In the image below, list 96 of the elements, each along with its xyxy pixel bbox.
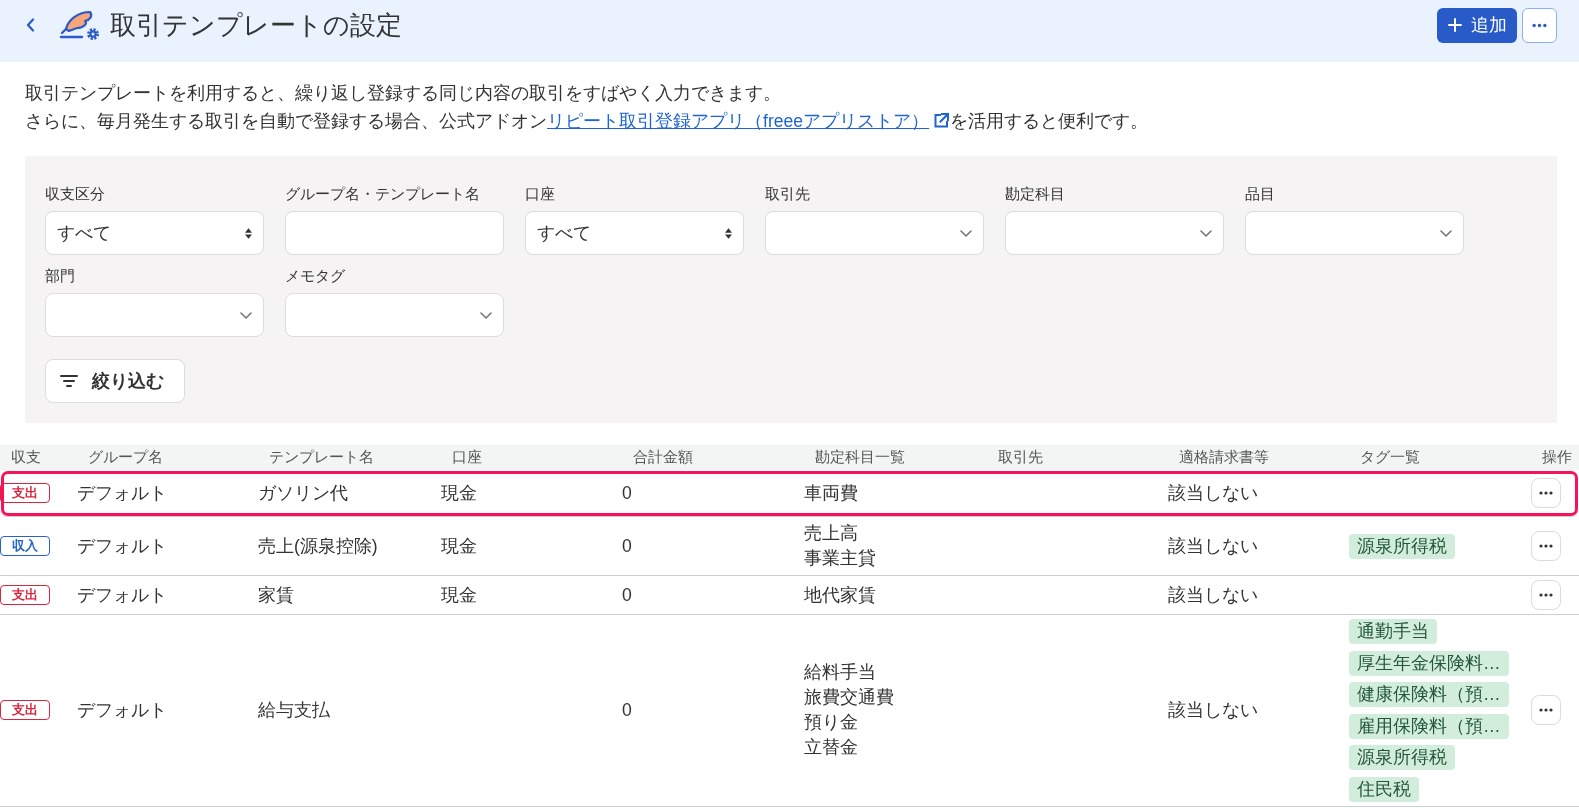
chevron-left-icon: [26, 18, 35, 32]
column-header: 取引先: [998, 447, 1043, 467]
up-down-arrows-icon: [245, 227, 252, 239]
tag-label: 厚生年金保険料…: [1349, 650, 1509, 676]
invoice-status: 該当しない: [1168, 583, 1258, 607]
column-header: タグ一覧: [1360, 447, 1420, 467]
field-label: 品目: [1245, 185, 1275, 203]
column-header: 操作: [1542, 447, 1572, 467]
table-row[interactable]: 支出 デフォルト 給与支払 0 給料手当 旅費交通費 預り金 立替金 該当しない 通勤手当 厚生年金保険料… 健康保険料（預… 雇用保険料（預… 源泉所得税 住民税: [0, 615, 1579, 807]
group-name: デフォルト: [77, 699, 167, 722]
column-header: グループ名: [88, 447, 163, 467]
field-label: グループ名・テンプレート名: [285, 185, 480, 203]
column-header: 勘定科目一覧: [815, 447, 905, 467]
account-item: 地代家賃: [804, 583, 876, 607]
field-label: 収支区分: [45, 185, 105, 203]
external-link-icon: [932, 112, 951, 130]
table-row[interactable]: 支出 デフォルト 家賃 現金 0 地代家賃 該当しない: [0, 576, 1579, 615]
invoice-status: 該当しない: [1168, 699, 1258, 722]
account-name: 現金: [441, 583, 477, 607]
more-button[interactable]: [1522, 7, 1557, 43]
more-icon: [1539, 544, 1553, 548]
account-item: 事業主貸: [804, 547, 876, 570]
more-icon: [1539, 593, 1553, 597]
chevron-down-icon: [480, 311, 492, 319]
column-header: 収支: [11, 447, 41, 467]
template-name: ガソリン代: [258, 481, 348, 505]
description-text: 取引テンプレートを利用すると、繰り返し登録する同じ内容の取引をすばやく入力できます。: [25, 82, 782, 105]
type-badge: 支出: [0, 700, 50, 721]
total-amount: 0: [622, 583, 632, 607]
invoice-status: 該当しない: [1168, 481, 1258, 505]
field-label: 部門: [45, 267, 75, 285]
group-name: デフォルト: [77, 534, 167, 558]
more-icon: [1532, 22, 1547, 28]
dropdown-field[interactable]: [45, 293, 264, 337]
account-name: 現金: [441, 534, 477, 558]
group-name: デフォルト: [77, 481, 167, 505]
tag-label: 健康保険料（預…: [1349, 682, 1509, 708]
filter-icon: [60, 374, 78, 388]
table-row[interactable]: 収入 デフォルト 売上(源泉控除) 現金 0 売上高 事業主貸 該当しない 源泉所得税: [0, 517, 1579, 576]
pen-gear-icon: [57, 9, 101, 41]
type-badge: 支出: [0, 585, 50, 605]
dropdown-field[interactable]: [285, 293, 504, 337]
filter-button[interactable]: 絞り込む: [45, 359, 185, 403]
chevron-down-icon: [960, 229, 972, 237]
account-item: 旅費交通費: [804, 686, 894, 710]
field-label: 口座: [525, 185, 555, 203]
invoice-status: 該当しない: [1168, 534, 1258, 558]
total-amount: 0: [622, 699, 632, 722]
column-header: 適格請求書等: [1179, 447, 1269, 467]
type-badge: 収入: [0, 536, 50, 556]
template-name: 給与支払: [258, 699, 330, 722]
account-item: 給料手当: [804, 661, 876, 685]
app-store-link[interactable]: リピート取引登録アプリ（freeeアプリストア）: [547, 111, 951, 131]
tag-label: 住民税: [1349, 776, 1419, 802]
row-menu-button[interactable]: [1531, 531, 1561, 561]
type-badge: 支出: [0, 483, 50, 503]
page-title: 取引テンプレートの設定: [110, 8, 402, 42]
more-icon: [1539, 708, 1553, 713]
template-name: 家賃: [258, 583, 294, 607]
total-amount: 0: [622, 534, 632, 558]
field-label: 取引先: [765, 185, 810, 203]
chevron-down-icon: [240, 311, 252, 319]
account-item: 車両費: [804, 481, 858, 505]
plus-icon: [1447, 18, 1462, 32]
column-header: 合計金額: [633, 447, 693, 467]
dropdown-field[interactable]: [1005, 211, 1224, 255]
description-text: さらに、毎月発生する取引を自動で登録する場合、公式アドオン リピート取引登録アプリ（freeeアプリストア） を活用すると便利です。: [25, 110, 1150, 133]
field-label: 勘定科目: [1005, 185, 1065, 203]
more-icon: [1539, 491, 1553, 495]
template-name: 売上(源泉控除): [258, 534, 378, 558]
group-name: デフォルト: [77, 583, 167, 607]
chevron-down-icon: [1200, 229, 1212, 237]
dropdown-field[interactable]: [1245, 211, 1464, 255]
account-item: 売上高: [804, 522, 858, 545]
total-amount: 0: [622, 481, 632, 505]
tag-label: 雇用保険料（預…: [1349, 713, 1509, 739]
row-menu-button[interactable]: [1531, 478, 1561, 508]
chevron-down-icon: [1440, 229, 1452, 237]
select-field[interactable]: すべて: [525, 211, 744, 255]
tag-label: 通勤手当: [1349, 619, 1437, 644]
select-field[interactable]: すべて: [45, 211, 264, 255]
tag-label: 源泉所得税: [1349, 533, 1455, 559]
account-item: 立替金: [804, 736, 858, 760]
dropdown-field[interactable]: [765, 211, 984, 255]
row-menu-button[interactable]: [1531, 580, 1561, 610]
add-button[interactable]: 追加: [1437, 7, 1517, 43]
column-header: 口座: [452, 447, 482, 467]
account-name: 現金: [441, 481, 477, 505]
column-header: テンプレート名: [269, 447, 374, 467]
text-field[interactable]: [285, 211, 504, 255]
account-item: 預り金: [804, 711, 858, 735]
tag-label: 源泉所得税: [1349, 745, 1455, 771]
table-row[interactable]: 支出 デフォルト ガソリン代 現金 0 車両費 該当しない: [0, 470, 1579, 517]
row-menu-button[interactable]: [1531, 695, 1561, 726]
up-down-arrows-icon: [725, 227, 732, 239]
field-label: メモタグ: [285, 267, 345, 285]
